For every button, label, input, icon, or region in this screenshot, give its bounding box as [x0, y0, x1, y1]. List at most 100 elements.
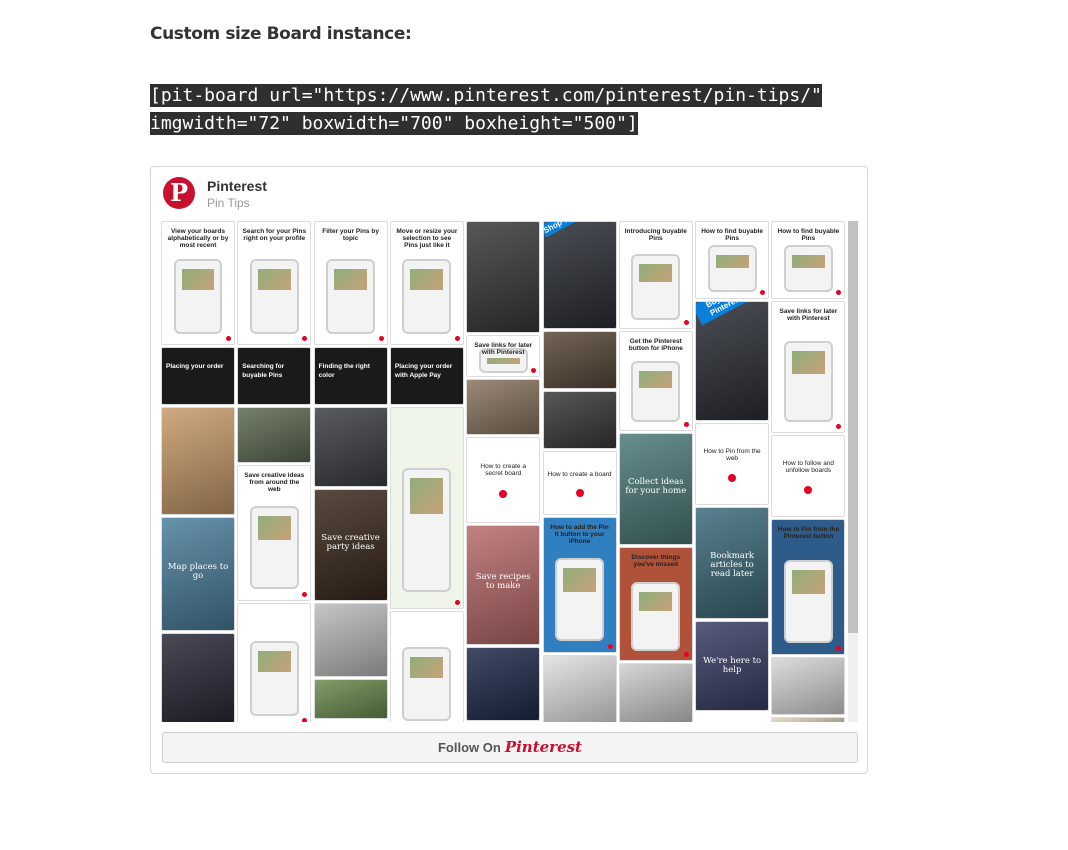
pin-card[interactable]: How to create a board — [542, 451, 617, 515]
pin-card[interactable] — [466, 647, 541, 721]
pin-card[interactable]: Placing your order — [161, 347, 235, 405]
pin-card[interactable]: How to find buyable Pins — [695, 221, 770, 299]
pinterest-badge-icon — [575, 488, 584, 497]
pin-card[interactable]: Collect ideas for your home — [618, 433, 693, 545]
pin-card[interactable] — [313, 679, 388, 719]
pin-card[interactable] — [161, 633, 235, 722]
pin-card[interactable]: How to follow and unfollow boards — [771, 435, 846, 517]
pin-card[interactable]: Save recipes to make — [466, 525, 541, 645]
pin-caption: Discover things you've missed — [631, 554, 681, 568]
pin-caption: We're here to help — [703, 656, 762, 676]
pin-caption: Map places to go — [167, 561, 229, 581]
pinterest-dot-icon — [378, 336, 384, 341]
pin-card[interactable]: Save links for later with Pinterest — [466, 335, 541, 377]
phone-mockup-image — [631, 361, 681, 423]
pin-card[interactable]: Buy it on Pinterest — [695, 301, 770, 421]
pin-card[interactable]: Get the Pinterest button for iPhone — [618, 331, 693, 431]
pin-card[interactable]: View your boards alphabetically or by mo… — [161, 221, 235, 345]
pinterest-dot-icon — [302, 718, 308, 722]
pin-card[interactable] — [542, 331, 617, 389]
pin-card[interactable]: How to Pin from the web — [695, 423, 770, 505]
pin-grid[interactable]: How to Pin from the Pinterest button How … — [161, 221, 858, 722]
phone-mockup-image — [249, 258, 299, 335]
pin-card[interactable] — [389, 611, 464, 722]
pin-card[interactable]: Searching for buyable Pins — [237, 347, 312, 405]
pin-card[interactable]: How to create a secret board — [466, 437, 541, 523]
pinterest-dot-icon — [836, 290, 842, 295]
pinterest-dot-icon — [683, 652, 689, 657]
pinterest-dot-icon — [683, 422, 689, 427]
pin-caption: Save links for later with Pinterest — [474, 342, 533, 356]
pin-card[interactable] — [161, 407, 235, 515]
pin-card[interactable] — [466, 221, 541, 333]
pinterest-board-widget: P Pinterest Pin Tips How to Pin from the… — [150, 166, 868, 774]
pinterest-badge-icon — [499, 490, 508, 499]
pin-card[interactable] — [313, 603, 388, 677]
pinterest-wordmark: Pinterest — [504, 738, 582, 756]
pin-caption: Placing your order — [166, 363, 224, 370]
pin-card[interactable]: Move or resize your selection to see Pin… — [389, 221, 464, 345]
pin-card[interactable]: Map places to go — [161, 517, 235, 631]
pin-card[interactable]: How to find buyable Pins — [771, 221, 846, 299]
pin-card[interactable] — [237, 603, 312, 722]
pin-card[interactable] — [237, 407, 312, 463]
pin-caption: Placing your order with Apple Pay — [394, 363, 453, 379]
pin-caption: How to Pin from the Pinterest button — [777, 526, 840, 540]
pin-card[interactable] — [542, 391, 617, 449]
pin-card[interactable] — [542, 655, 617, 722]
pinterest-dot-icon — [454, 336, 460, 341]
pin-caption: Search for your Pins right on your profi… — [242, 228, 307, 242]
pin-card[interactable]: Introducing buyable Pins — [618, 221, 693, 329]
phone-mockup-image — [783, 560, 833, 644]
pinterest-dot-icon — [836, 646, 842, 651]
pin-caption: Searching for buyable Pins — [242, 363, 285, 379]
pin-card[interactable]: Save links for later with Pinterest — [771, 301, 846, 433]
pin-card[interactable]: Save creative party ideas — [313, 489, 388, 601]
pin-caption: How to find buyable Pins — [701, 228, 763, 242]
pin-card[interactable] — [618, 663, 693, 722]
pin-card[interactable] — [313, 407, 388, 487]
pin-card[interactable]: How to add the Pin It button to your iPh… — [542, 517, 617, 653]
pin-card[interactable] — [771, 717, 846, 722]
pin-card[interactable]: Finding the right color — [313, 347, 388, 405]
pin-card[interactable]: Discover things you've missed — [618, 547, 693, 661]
pin-caption: Bookmark articles to read later — [710, 551, 755, 579]
phone-mockup-image — [249, 640, 299, 717]
pin-card[interactable] — [466, 379, 541, 435]
phone-mockup-image — [783, 244, 833, 292]
grid-scrollbar-track[interactable] — [848, 221, 858, 722]
pin-card[interactable]: Placing your order with Apple Pay — [389, 347, 464, 405]
phone-mockup-image — [783, 341, 833, 422]
phone-mockup-image — [402, 647, 452, 721]
pin-card[interactable]: We're here to help — [695, 621, 770, 711]
pin-caption: Filter your Pins by topic — [322, 228, 379, 242]
shortcode-line-1: [pit-board url="https://www.pinterest.co… — [150, 84, 822, 107]
pin-card[interactable]: Bookmark articles to read later — [695, 507, 770, 619]
grid-scrollbar-thumb[interactable] — [848, 221, 858, 633]
follow-prefix-label: Follow On — [437, 740, 501, 755]
board-owner-name[interactable]: Pinterest — [207, 178, 267, 194]
pin-card[interactable]: Search for your Pins right on your profi… — [237, 221, 312, 345]
pin-caption: Save links for later with Pinterest — [779, 308, 838, 322]
phone-mockup-image — [402, 258, 452, 335]
pinterest-badge-icon — [804, 485, 813, 494]
follow-on-pinterest-button[interactable]: Follow On Pinterest — [162, 732, 858, 763]
pin-card[interactable]: Save creative ideas from around the web — [237, 465, 312, 601]
pin-ribbon-label: Buy it on Pinterest — [696, 302, 756, 326]
pin-caption: How to create a secret board — [480, 463, 526, 478]
pinterest-dot-icon — [836, 424, 842, 429]
pinterest-logo-icon[interactable]: P — [163, 177, 195, 209]
pin-card[interactable]: Filter your Pins by topic — [313, 221, 388, 345]
pin-card[interactable] — [389, 407, 464, 609]
pin-card[interactable]: Shop our picks — [542, 221, 617, 329]
pinterest-dot-icon — [531, 368, 537, 373]
pin-caption: Save creative party ideas — [321, 533, 380, 552]
pin-caption: Move or resize your selection to see Pin… — [396, 228, 458, 249]
pin-caption: How to find buyable Pins — [777, 228, 840, 242]
pinterest-badge-icon — [728, 473, 737, 482]
board-name[interactable]: Pin Tips — [207, 196, 250, 210]
pin-card[interactable] — [771, 657, 846, 715]
pinterest-dot-icon — [760, 290, 766, 295]
pin-card[interactable]: How to Pin from the Pinterest button — [771, 519, 846, 655]
phone-mockup-image — [173, 258, 223, 335]
